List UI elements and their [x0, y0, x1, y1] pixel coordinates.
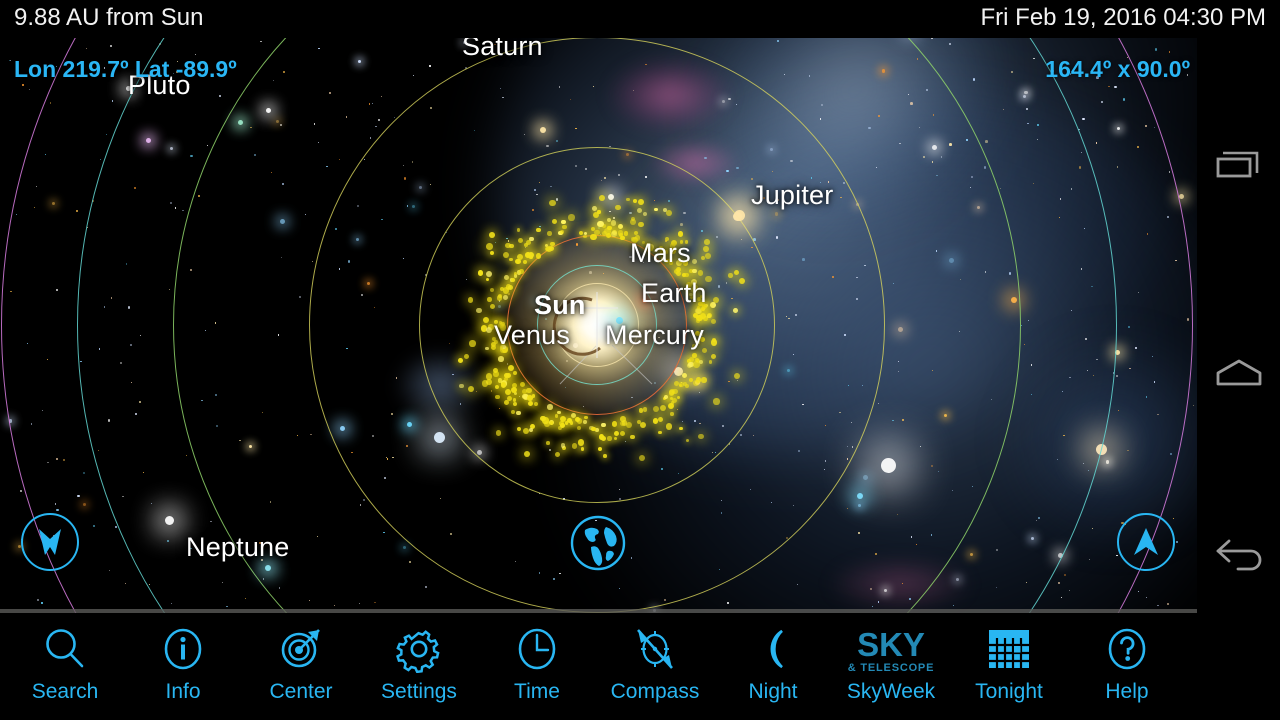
svg-text:SKY: SKY — [857, 626, 925, 663]
field-of-view-readout: 164.4º x 90.0º — [1045, 56, 1190, 82]
target-icon-wrap — [277, 625, 325, 677]
toolbar-item-skyweek[interactable]: SKY & TELESCOPE SkyWeek — [832, 613, 950, 713]
home-icon — [1216, 359, 1261, 386]
info-icon — [159, 625, 207, 678]
coordinates-readout: Lon 219.7º Lat -89.9º — [14, 56, 237, 82]
svg-text:& TELESCOPE: & TELESCOPE — [848, 662, 934, 674]
sky-telescope-logo-wrap: SKY & TELESCOPE — [839, 625, 943, 677]
recents-button[interactable] — [1197, 130, 1280, 200]
label-jupiter: Jupiter — [751, 180, 834, 210]
compass-icon-wrap — [631, 625, 679, 677]
toolbar-item-center[interactable]: Center — [242, 613, 360, 713]
toolbar-label-compass: Compass — [610, 680, 700, 703]
globe-icon — [570, 515, 626, 571]
label-venus: Venus — [494, 320, 571, 350]
toolbar-item-help[interactable]: Help — [1068, 613, 1186, 713]
gear-icon — [395, 625, 443, 678]
sky-view[interactable]: Saturn Pluto Jupiter Mars Earth Sun Venus Mercu… — [0, 0, 1197, 613]
sky-telescope-logo: SKY & TELESCOPE — [848, 626, 934, 674]
toolbar-item-compass[interactable]: Compass — [596, 613, 714, 713]
back-arrow-icon — [1216, 539, 1261, 571]
toolbar-label-info: Info — [165, 680, 201, 703]
calendar-icon-wrap — [985, 625, 1033, 677]
label-neptune: Neptune — [186, 532, 290, 562]
question-mark-icon-wrap — [1103, 625, 1151, 677]
toolbar-label-center: Center — [269, 680, 333, 703]
recents-icon — [1216, 151, 1258, 178]
home-button[interactable] — [1197, 338, 1280, 408]
toolbar-label-settings: Settings — [381, 680, 457, 703]
tilt-down-button[interactable] — [21, 513, 79, 571]
toolbar-item-search[interactable]: Search — [6, 613, 124, 713]
toolbar-label-night: Night — [748, 680, 798, 703]
tilt-up-button[interactable] — [1117, 513, 1175, 571]
app-screen: Saturn Pluto Jupiter Mars Earth Sun Venus Mercu… — [0, 0, 1280, 720]
navigation-arrow-icon — [1134, 528, 1158, 555]
horizon-globe-button[interactable] — [568, 513, 628, 573]
toolbar-label-skyweek: SkyWeek — [846, 680, 936, 703]
toolbar-label-tonight: Tonight — [975, 680, 1043, 703]
label-earth: Earth — [641, 278, 707, 308]
label-mercury: Mercury — [605, 320, 704, 350]
chevron-down-icon — [39, 529, 61, 555]
toolbar-item-settings[interactable]: Settings — [360, 613, 478, 713]
target-icon — [277, 625, 325, 678]
search-icon-wrap — [41, 625, 89, 677]
calendar-icon — [985, 628, 1033, 675]
label-sun: Sun — [534, 290, 586, 320]
clock-icon — [513, 625, 561, 678]
android-navigation-bar — [1197, 38, 1280, 613]
question-mark-icon — [1103, 625, 1151, 678]
toolbar-label-time: Time — [514, 680, 560, 703]
moon-icon-wrap — [749, 625, 797, 677]
gear-icon-wrap — [395, 625, 443, 677]
toolbar-item-time[interactable]: Time — [478, 613, 596, 713]
clock-icon-wrap — [513, 625, 561, 677]
toolbar-label-help: Help — [1105, 680, 1149, 703]
info-icon-wrap — [159, 625, 207, 677]
search-icon — [41, 625, 89, 678]
datetime-text: Fri Feb 19, 2016 04:30 PM — [980, 4, 1267, 31]
back-button[interactable] — [1197, 516, 1280, 586]
toolbar-item-night[interactable]: Night — [714, 613, 832, 713]
label-mars: Mars — [630, 238, 691, 268]
toolbar-item-info[interactable]: Info — [124, 613, 242, 713]
compass-icon — [631, 625, 679, 678]
toolbar-item-tonight[interactable]: Tonight — [950, 613, 1068, 713]
status-bar: 9.88 AU from Sun Fri Feb 19, 2016 04:30 … — [0, 0, 1280, 38]
bottom-toolbar: Search Info Center Settings Time Compass… — [0, 613, 1280, 720]
toolbar-label-search: Search — [31, 680, 99, 703]
distance-from-sun-text: 9.88 AU from Sun — [14, 4, 204, 31]
moon-icon — [749, 625, 797, 678]
